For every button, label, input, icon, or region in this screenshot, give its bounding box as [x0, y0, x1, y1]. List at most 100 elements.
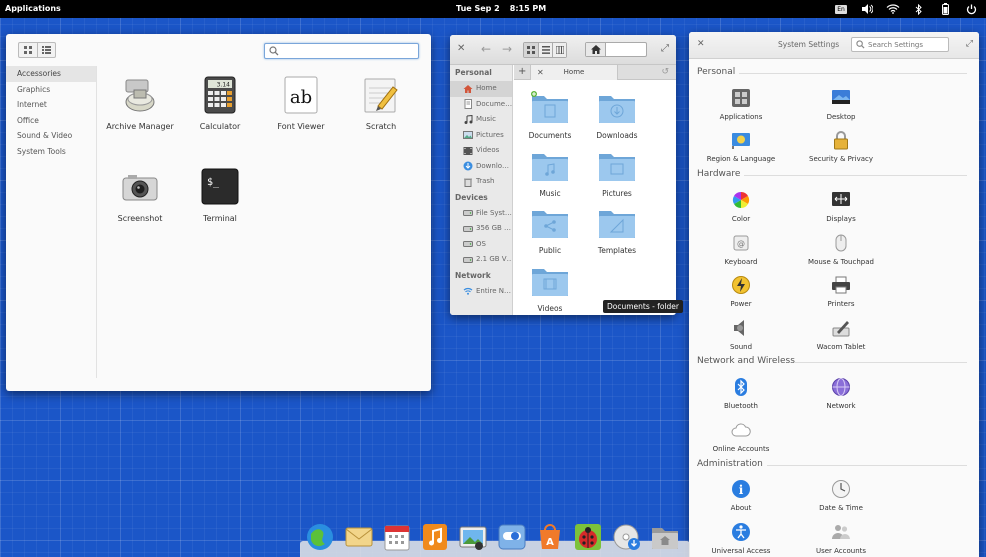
settings-bluetooth[interactable]: Bluetooth: [686, 377, 796, 410]
settings-search-field[interactable]: [851, 37, 949, 52]
sidebar-item-trash[interactable]: Trash: [450, 174, 512, 190]
bluetooth-icon[interactable]: [912, 2, 926, 16]
photos-icon[interactable]: [458, 522, 488, 552]
list-view-button[interactable]: [538, 43, 552, 57]
folder-downloads[interactable]: Downloads: [582, 91, 652, 140]
grid-view-button[interactable]: [19, 43, 37, 57]
category-accessories[interactable]: Accessories: [6, 66, 96, 82]
sidebar-item-356gb-volume[interactable]: 356 GB …: [450, 221, 512, 237]
settings-date-time[interactable]: Date & Time: [786, 479, 896, 512]
sidebar-item-pictures[interactable]: Pictures: [450, 128, 512, 144]
sidebar-item-documents[interactable]: Docume…: [450, 97, 512, 113]
hard-drive-icon: [463, 241, 473, 248]
sidebar-item-home[interactable]: Home: [450, 81, 512, 97]
settings-security-privacy[interactable]: Security & Privacy: [786, 130, 896, 163]
app-search-field[interactable]: [264, 43, 419, 59]
folder-documents[interactable]: Documents: [515, 91, 585, 140]
system-settings-icon[interactable]: [497, 522, 527, 552]
close-tab-icon[interactable]: ✕: [537, 65, 544, 80]
location-bar[interactable]: [585, 42, 647, 57]
calendar-icon[interactable]: [382, 522, 412, 552]
settings-region-language[interactable]: Region & Language: [686, 130, 796, 163]
folder-pictures[interactable]: Pictures: [582, 149, 652, 198]
folder-icon: [532, 269, 568, 296]
sidebar-item-music[interactable]: Music: [450, 112, 512, 128]
column-view-button[interactable]: [552, 43, 566, 57]
settings-item-label: Network: [826, 402, 856, 410]
settings-desktop[interactable]: Desktop: [786, 88, 896, 121]
settings-user-accounts[interactable]: User Accounts: [786, 522, 896, 555]
wifi-icon[interactable]: [886, 2, 900, 16]
category-sound-video[interactable]: Sound & Video: [6, 128, 96, 144]
keyboard-layout-indicator[interactable]: En: [834, 2, 848, 16]
settings-search-input[interactable]: [868, 39, 946, 50]
close-icon[interactable]: ✕: [697, 39, 705, 49]
app-scratch[interactable]: Scratch: [331, 76, 431, 131]
category-view-button[interactable]: [37, 43, 55, 57]
home-icon[interactable]: [586, 43, 606, 56]
sidebar-item-os[interactable]: OS: [450, 237, 512, 253]
disk-installer-icon[interactable]: [612, 522, 642, 552]
volume-icon[interactable]: [860, 2, 874, 16]
tab-home[interactable]: ✕ Home: [530, 65, 618, 80]
category-office[interactable]: Office: [6, 113, 96, 129]
category-internet[interactable]: Internet: [6, 97, 96, 113]
settings-item-label: Sound: [729, 343, 753, 351]
clock[interactable]: Tue Sep 2 8:15 PM: [456, 4, 556, 13]
settings-universal-access[interactable]: Universal Access: [686, 522, 796, 555]
settings-sound[interactable]: Sound: [686, 318, 796, 351]
app-search-input[interactable]: [281, 45, 411, 57]
settings-keyboard[interactable]: @ Keyboard: [686, 233, 796, 266]
app-terminal[interactable]: $_ Terminal: [170, 168, 270, 223]
category-graphics[interactable]: Graphics: [6, 82, 96, 98]
folder-videos[interactable]: Videos: [515, 264, 585, 313]
settings-applications[interactable]: Applications: [686, 88, 796, 121]
settings-mouse-touchpad[interactable]: Mouse & Touchpad: [786, 233, 896, 266]
maximize-icon[interactable]: ⤢: [661, 43, 669, 54]
app-center-icon[interactable]: A: [535, 522, 565, 552]
close-icon[interactable]: ✕: [457, 43, 465, 54]
web-browser-icon[interactable]: [305, 522, 335, 552]
section-title-hardware: Hardware: [697, 169, 741, 179]
settings-displays[interactable]: Displays: [786, 190, 896, 223]
sidebar-item-downloads[interactable]: Downlo…: [450, 159, 512, 175]
maximize-icon[interactable]: ⤢: [966, 39, 973, 49]
settings-power[interactable]: Power: [686, 275, 796, 308]
settings-online-accounts[interactable]: Online Accounts: [686, 420, 796, 453]
section-divider: [739, 73, 967, 74]
power-icon[interactable]: [964, 2, 978, 16]
settings-printers[interactable]: Printers: [786, 275, 896, 308]
section-divider: [767, 465, 967, 466]
new-tab-button[interactable]: +: [518, 66, 526, 77]
sidebar-item-entire-network[interactable]: Entire N…: [450, 284, 512, 300]
folder-label: Pictures: [602, 189, 632, 198]
bug-tracker-icon[interactable]: [573, 522, 603, 552]
back-arrow-icon[interactable]: ←: [481, 42, 491, 56]
restore-tab-icon[interactable]: ↺: [661, 67, 669, 77]
mail-icon[interactable]: [344, 522, 374, 552]
settings-item-label: Region & Language: [706, 155, 776, 163]
sidebar-item-videos[interactable]: Videos: [450, 143, 512, 159]
settings-item-label: Online Accounts: [712, 445, 770, 453]
sidebar-item-label: Music: [476, 115, 496, 123]
applications-menu-button[interactable]: Applications: [5, 4, 61, 13]
settings-wacom-tablet[interactable]: Wacom Tablet: [786, 318, 896, 351]
keyboard-icon: @: [733, 235, 749, 251]
settings-about[interactable]: i About: [686, 479, 796, 512]
files-sidebar: Personal Home Docume… Music Pictures Vid…: [450, 65, 513, 315]
files-icon[interactable]: [650, 522, 680, 552]
settings-network[interactable]: Network: [786, 377, 896, 410]
sidebar-item-label: OS: [476, 239, 486, 248]
folder-public[interactable]: Public: [515, 206, 585, 255]
folder-music[interactable]: Music: [515, 149, 585, 198]
category-system-tools[interactable]: System Tools: [6, 144, 96, 160]
forward-arrow-icon[interactable]: →: [502, 42, 512, 56]
icon-view-button[interactable]: [524, 43, 538, 57]
settings-color[interactable]: Color: [686, 190, 796, 223]
battery-icon[interactable]: [938, 2, 952, 16]
sidebar-item-filesystem[interactable]: File Syst…: [450, 206, 512, 222]
sidebar-item-2gb-volume[interactable]: 2.1 GB V…: [450, 252, 512, 268]
clock-date: Tue Sep 2: [456, 4, 500, 13]
folder-templates[interactable]: Templates: [582, 206, 652, 255]
music-player-icon[interactable]: [420, 522, 450, 552]
